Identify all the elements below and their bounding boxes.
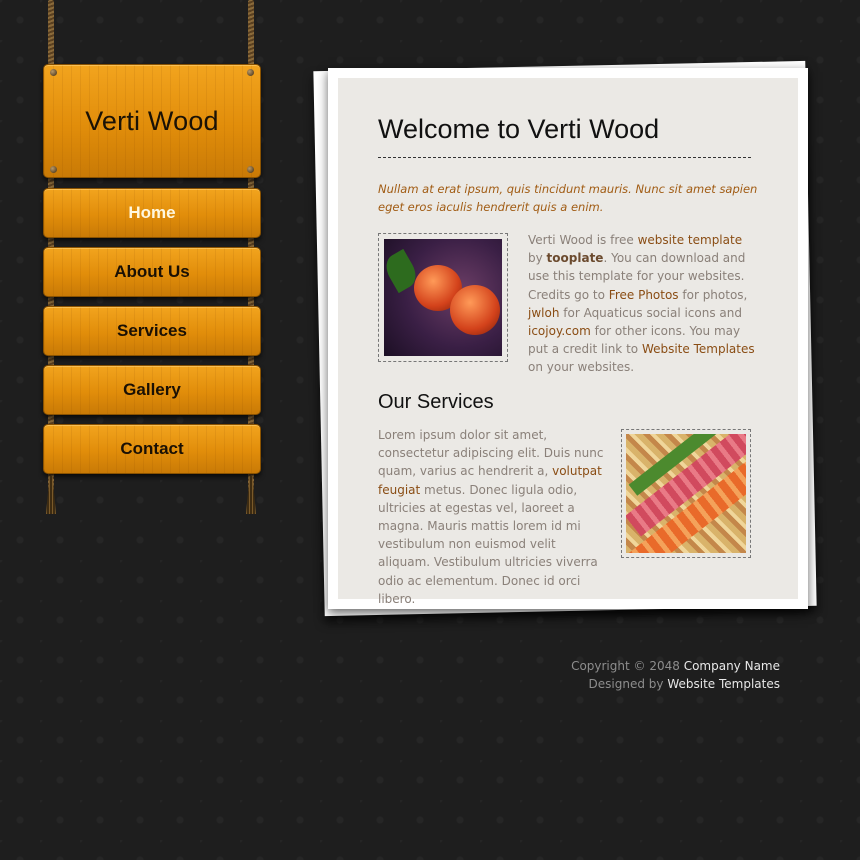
text: by [528, 251, 547, 266]
jwloh-link[interactable]: jwloh [528, 306, 559, 320]
icojoy-link[interactable]: icojoy.com [528, 324, 591, 338]
text: Verti Wood is free [528, 233, 638, 247]
text: Copyright © 2048 [571, 659, 684, 673]
website-templates-footer-link[interactable]: Website Templates [667, 677, 780, 691]
tomatoes-image [384, 239, 502, 356]
site-logo: Verti Wood [85, 105, 219, 136]
nav-item-label: Gallery [123, 380, 181, 399]
nail-icon [247, 166, 254, 173]
nav-item-label: Contact [120, 439, 184, 458]
intro-text: Nullam at erat ipsum, quis tincidunt mau… [378, 182, 758, 214]
nav-item-label: About Us [114, 262, 190, 281]
text: for Aquaticus social icons and [559, 305, 742, 320]
website-template-link[interactable]: website template [638, 233, 742, 247]
text: Designed by [588, 677, 668, 691]
company-name-link[interactable]: Company Name [684, 659, 780, 673]
nail-icon [247, 69, 254, 76]
text: for photos, [678, 287, 748, 302]
services-heading: Our Services [378, 391, 494, 413]
nail-icon [50, 166, 57, 173]
designed-by-line: Designed by Website Templates [571, 675, 780, 693]
nav-item-home[interactable]: Home [43, 188, 261, 238]
nav-item-contact[interactable]: Contact [43, 424, 261, 474]
text: on your websites. [528, 360, 635, 375]
website-templates-link[interactable]: Website Templates [642, 342, 755, 356]
food-skewers-image [626, 434, 746, 553]
nav-item-label: Home [128, 203, 176, 222]
nav-item-label: Services [117, 321, 187, 340]
nail-icon [50, 69, 57, 76]
nav-item-services[interactable]: Services [43, 306, 261, 356]
footer: Copyright © 2048 Company Name Designed b… [571, 657, 780, 693]
nav-item-gallery[interactable]: Gallery [43, 365, 261, 415]
logo-board: Verti Wood [43, 64, 261, 178]
title-divider [378, 157, 751, 158]
services-paragraph: Lorem ipsum dolor sit amet, consectetur … [378, 426, 606, 608]
free-photos-link[interactable]: Free Photos [609, 288, 679, 302]
page-title: Welcome to Verti Wood [378, 114, 660, 144]
intro-paragraph: Verti Wood is free website template by t… [528, 231, 756, 377]
nav-item-about-us[interactable]: About Us [43, 247, 261, 297]
text: metus. Donec ligula odio, ultricies at e… [378, 482, 598, 606]
copyright-line: Copyright © 2048 Company Name [571, 657, 780, 675]
tooplate-bold: tooplate [546, 251, 604, 266]
tomato-shape [450, 285, 500, 335]
